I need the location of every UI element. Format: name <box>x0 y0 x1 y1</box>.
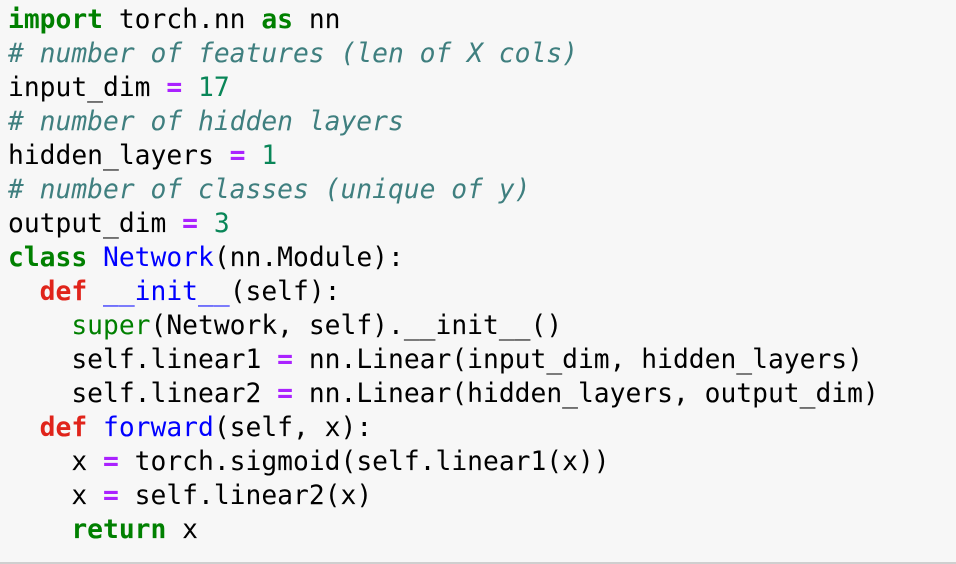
code-line: def __init__(self): <box>8 275 879 309</box>
code-token: forward <box>103 413 214 443</box>
code-token: = <box>166 73 183 103</box>
code-token: self.linear2(x) <box>118 481 373 511</box>
code-line: # number of classes (unique of y) <box>8 173 879 207</box>
code-token: 1 <box>261 141 278 171</box>
code-token: self.linear1 <box>8 345 278 375</box>
code-token: = <box>229 141 246 171</box>
code-line: return x <box>8 513 879 547</box>
code-token: import <box>8 5 103 35</box>
code-token: __init__ <box>103 277 230 307</box>
code-token: torch.sigmoid(self.linear1(x)) <box>118 447 610 477</box>
code-token: = <box>103 447 119 477</box>
code-token: class <box>8 243 88 273</box>
code-line: output_dim = 3 <box>8 207 879 241</box>
code-cell[interactable]: import torch.nn as nn # number of feature… <box>0 0 956 564</box>
code-token: nn.Linear(input_dim, hidden_layers) <box>293 345 863 375</box>
code-token: nn.Linear(hidden_layers, output_dim) <box>293 379 879 409</box>
code-token: = <box>182 209 198 239</box>
code-editor[interactable]: import torch.nn as nn # number of feature… <box>8 3 879 547</box>
code-token: # number of features (len of X cols) <box>8 39 578 69</box>
code-token: # number of classes (unique of y) <box>8 175 531 205</box>
code-token: = <box>277 379 293 409</box>
code-token: nn <box>293 5 341 35</box>
code-line: def forward(self, x): <box>8 411 879 445</box>
code-line: hidden_layers = 1 <box>8 139 879 173</box>
code-line: self.linear2 = nn.Linear(hidden_layers, … <box>8 377 879 411</box>
code-token: input_dim <box>8 73 167 103</box>
code-token: def <box>39 413 88 443</box>
code-token: output_dim <box>8 209 183 239</box>
code-line: # number of features (len of X cols) <box>8 37 879 71</box>
code-token: 3 <box>213 209 230 239</box>
code-token: def <box>39 277 88 307</box>
code-line: super(Network, self).__init__() <box>8 309 879 343</box>
code-token: x <box>8 481 103 511</box>
code-token: Network <box>103 243 214 273</box>
code-token: (self, x): <box>213 413 373 443</box>
code-token: self.linear2 <box>8 379 278 409</box>
code-line: x = torch.sigmoid(self.linear1(x)) <box>8 445 879 479</box>
code-token: super <box>71 311 151 341</box>
code-token: (self): <box>229 277 341 307</box>
code-token: (nn.Module): <box>213 243 404 273</box>
code-token: 17 <box>198 73 230 103</box>
code-token: return <box>71 515 167 545</box>
code-token: hidden_layers <box>8 141 230 171</box>
code-token: (Network, self).__init__() <box>150 311 563 341</box>
code-line: x = self.linear2(x) <box>8 479 879 513</box>
code-line: input_dim = 17 <box>8 71 879 105</box>
code-line: # number of hidden layers <box>8 105 879 139</box>
code-token: torch.nn <box>103 5 262 35</box>
code-token: # number of hidden layers <box>8 107 404 137</box>
code-token: x <box>8 447 103 477</box>
code-token: as <box>261 5 293 35</box>
code-line: class Network(nn.Module): <box>8 241 879 275</box>
code-line: self.linear1 = nn.Linear(input_dim, hidd… <box>8 343 879 377</box>
code-token: = <box>277 345 293 375</box>
code-token: = <box>103 481 119 511</box>
code-line: import torch.nn as nn <box>8 3 879 37</box>
code-token: x <box>166 515 199 545</box>
